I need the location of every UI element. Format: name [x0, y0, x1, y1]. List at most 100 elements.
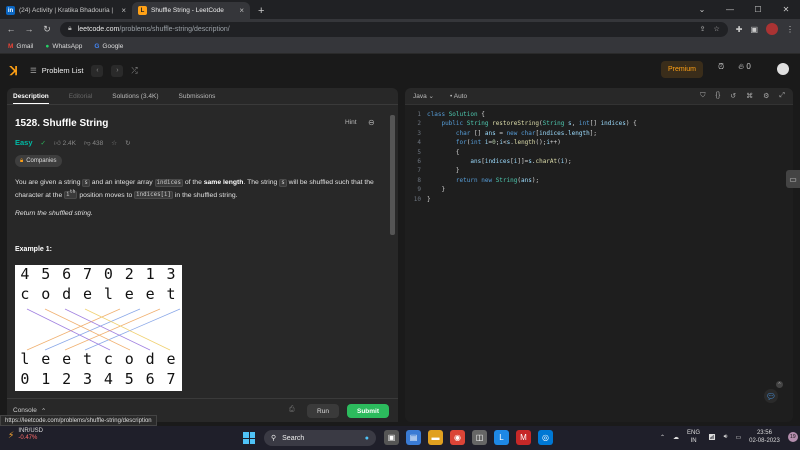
bookmark-google[interactable]: G Google	[94, 43, 123, 50]
code-line: 3 char [] ans = new char[indices.length]…	[417, 129, 597, 137]
code-line: 8 return new String(ans);	[417, 176, 540, 184]
save-icon[interactable]: ⎙	[289, 406, 295, 414]
run-button[interactable]: Run	[307, 404, 339, 418]
new-tab-button[interactable]: +	[250, 2, 272, 19]
google-icon: G	[94, 42, 100, 50]
scroll-thumb[interactable]	[390, 115, 395, 235]
profile-avatar[interactable]	[766, 23, 778, 35]
maximize-icon[interactable]: ☐	[744, 5, 772, 14]
description-scrollbar[interactable]	[390, 105, 395, 395]
taskbar-search[interactable]: ⚲ Search ●	[264, 430, 376, 446]
ticker-widget[interactable]: ⚡︎ INR/USD -0.47%	[8, 428, 43, 442]
shuffle-icon[interactable]: ⤮	[131, 66, 137, 76]
sidepanel-icon[interactable]: ▣	[750, 25, 758, 34]
reset-icon[interactable]: ↺	[730, 92, 736, 100]
clock[interactable]: 23:56 02-08-2023	[749, 429, 780, 445]
bookmarks-bar: M Gmail ● WhatsApp G Google	[0, 39, 800, 54]
companies-tag[interactable]: 🔒︎ Companies	[15, 155, 62, 167]
share-icon[interactable]: ↻	[125, 139, 130, 147]
extensions-icon[interactable]: ✚	[736, 25, 743, 34]
example-char: l	[20, 350, 31, 368]
wifi-icon[interactable]: 📶︎	[708, 434, 716, 441]
fab-collapse-icon[interactable]: ⌃	[776, 381, 783, 388]
bookmark-gmail[interactable]: M Gmail	[8, 43, 33, 50]
bookmark-icon[interactable]: ⛉	[700, 92, 705, 100]
tab-submissions[interactable]: Submissions	[179, 93, 216, 100]
menu-icon[interactable]: ⋮	[786, 25, 794, 34]
problem-list-button[interactable]: ☰ Problem List	[30, 66, 83, 75]
code-area[interactable]: 1 class Solution { 2 public String restor…	[405, 110, 793, 204]
reload-icon[interactable]: ↻	[42, 24, 52, 35]
side-panel-tab[interactable]: ▭	[786, 170, 800, 188]
code-line: 9 }	[417, 186, 446, 194]
widgets-icon[interactable]: ▤	[406, 430, 421, 445]
close-window-icon[interactable]: ✕	[772, 5, 800, 14]
example-char: 3	[83, 370, 94, 388]
braces-icon[interactable]: {}	[716, 92, 721, 100]
url-field[interactable]: 🔒︎ leetcode.com/problems/shuffle-string/…	[60, 21, 728, 37]
start-button[interactable]	[243, 432, 255, 444]
cloud-icon[interactable]: ☁	[673, 434, 679, 441]
tab-leetcode[interactable]: L Shuffle String - LeetCode ×	[132, 2, 250, 19]
submit-button[interactable]: Submit	[347, 404, 389, 418]
store-icon[interactable]: ◫	[472, 430, 487, 445]
prev-problem-button[interactable]: ‹	[91, 64, 104, 77]
url-path: /problems/shuffle-string/description/	[119, 25, 230, 33]
alarm-icon[interactable]: ⏰︎	[718, 62, 724, 72]
language-indicator[interactable]: ENG IN	[687, 429, 700, 445]
tab-linkedin[interactable]: in (24) Activity | Kratika Bhadouria | ×	[0, 2, 132, 19]
tab-description[interactable]: Description	[13, 93, 49, 104]
minimize-icon[interactable]: —	[716, 5, 744, 14]
leetcode-logo[interactable]: ꓘ	[10, 64, 22, 78]
next-problem-button[interactable]: ›	[111, 64, 124, 77]
taskbar-apps: ▣ ▤ ▬ ◉ ◫ L M ◎	[384, 430, 553, 445]
fullscreen-icon[interactable]: ⤢	[779, 92, 785, 100]
tab-title: Shuffle String - LeetCode	[151, 7, 224, 14]
language-select[interactable]: Java ⌄	[413, 92, 434, 100]
address-bar-row: ← → ↻ 🔒︎ leetcode.com/problems/shuffle-s…	[0, 19, 800, 39]
feedback-chat-button[interactable]: 💬︎	[764, 389, 778, 403]
currency-icon: ⚡︎	[8, 429, 15, 440]
volume-icon[interactable]: 🔊︎	[724, 434, 728, 441]
thumbs-up-icon: 👍︎	[53, 139, 61, 147]
task-view-icon[interactable]: ▣	[384, 430, 399, 445]
whatsapp-icon: ●	[45, 42, 50, 50]
dislike-button[interactable]: 👎︎ 438	[84, 139, 103, 147]
forward-icon[interactable]: →	[24, 24, 34, 34]
notification-badge[interactable]: 19	[787, 432, 798, 442]
chevron-down-icon[interactable]: ⌄	[688, 5, 716, 14]
streak-counter[interactable]: 🔥︎ 0	[738, 62, 751, 72]
app-l-icon[interactable]: L	[494, 430, 509, 445]
bookmark-star-icon[interactable]: ☆	[713, 25, 719, 33]
star-icon[interactable]: ☆	[111, 139, 117, 147]
gmail-icon: M	[8, 42, 14, 50]
example-char: t	[83, 350, 94, 368]
bookmark-whatsapp[interactable]: ● WhatsApp	[45, 43, 82, 50]
like-button[interactable]: 👍︎ 2.4K	[54, 139, 76, 147]
autocomplete-mode[interactable]: • Auto	[450, 93, 467, 100]
description-tabs: Description Editorial Solutions (3.4K) S…	[7, 88, 398, 105]
premium-button[interactable]: Premium	[661, 61, 703, 78]
chevron-up-icon[interactable]: ⌃	[660, 434, 665, 441]
tab-editorial[interactable]: Editorial	[69, 93, 92, 100]
close-tab-icon[interactable]: ×	[239, 6, 244, 15]
file-explorer-icon[interactable]: ▬	[428, 430, 443, 445]
user-avatar[interactable]	[777, 63, 789, 75]
edge-icon[interactable]: ◎	[538, 430, 553, 445]
close-tab-icon[interactable]: ×	[121, 6, 126, 15]
navbar-right: ⏰︎ 🔥︎ 0	[718, 62, 751, 72]
window-controls: ⌄ — ☐ ✕	[688, 0, 800, 19]
example-char: e	[62, 350, 73, 368]
tab-title: (24) Activity | Kratika Bhadouria |	[19, 7, 114, 14]
console-toggle[interactable]: Console ⌃	[13, 407, 46, 415]
back-icon[interactable]: ←	[6, 24, 16, 34]
shortcuts-icon[interactable]: ⌘	[746, 92, 753, 100]
settings-icon[interactable]: ⚙	[763, 92, 769, 100]
share-icon[interactable]: ⇪	[700, 25, 706, 33]
tab-solutions[interactable]: Solutions (3.4K)	[112, 93, 158, 100]
hint-toggle-icon[interactable]: ⊖	[368, 118, 375, 127]
hint-button[interactable]: Hint	[345, 119, 357, 126]
mcafee-icon[interactable]: M	[516, 430, 531, 445]
battery-icon[interactable]: ▭	[735, 434, 741, 441]
chrome-icon[interactable]: ◉	[450, 430, 465, 445]
